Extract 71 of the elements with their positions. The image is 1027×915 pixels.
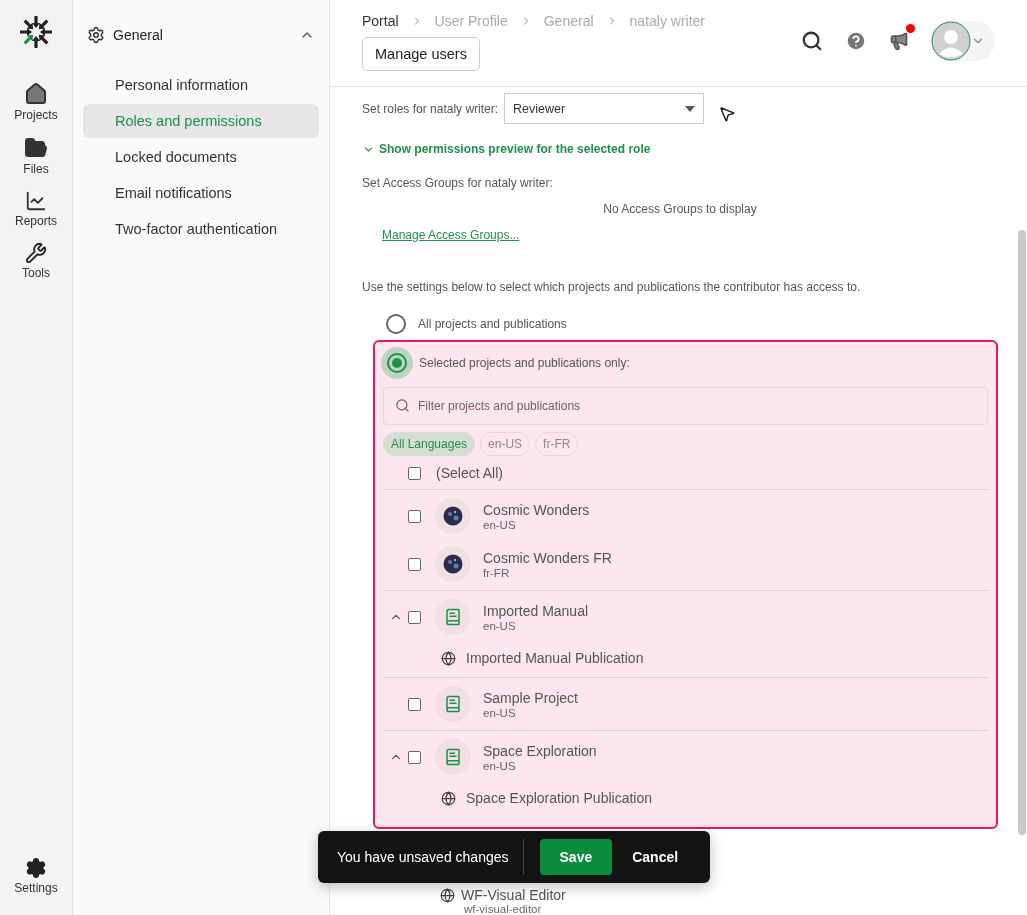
planet-icon: [443, 554, 463, 574]
permissions-toggle[interactable]: Show permissions preview for the selected role: [362, 142, 998, 156]
nav-item[interactable]: Personal information: [83, 68, 319, 102]
mouse-pointer-icon: [718, 105, 736, 123]
settings-icon: [87, 26, 105, 44]
checkbox[interactable]: [408, 750, 421, 764]
radio-label: All projects and publications: [418, 317, 567, 331]
project-language: en-US: [483, 706, 517, 719]
publication-name: Imported Manual Publication: [466, 650, 644, 666]
help-icon[interactable]: [845, 30, 867, 52]
save-button[interactable]: Save: [539, 839, 613, 875]
search-icon: [395, 398, 410, 413]
project-language: en-US: [483, 518, 517, 531]
chart-icon: [25, 190, 47, 212]
checkbox[interactable]: [408, 509, 421, 523]
project-name: Sample Project: [483, 689, 578, 706]
project-name: Cosmic Wonders: [483, 501, 590, 518]
role-label: Set roles for nataly writer:: [362, 101, 499, 116]
rail-label[interactable]: Reports: [15, 214, 57, 228]
megaphone-icon[interactable]: [889, 31, 909, 51]
select-all-label: (Select All): [436, 465, 503, 481]
checkbox[interactable]: [408, 697, 421, 711]
checkbox[interactable]: [408, 466, 421, 480]
empty-message: No Access Groups to display: [602, 202, 758, 216]
project-language: fr-FR: [483, 566, 511, 579]
checkbox[interactable]: [408, 610, 421, 624]
avatar: [931, 21, 971, 61]
project-name: Space Exploration: [483, 742, 597, 759]
rail-label[interactable]: Tools: [22, 266, 50, 280]
home-icon: [24, 82, 48, 106]
scope-description: Use the settings below to select which projects and publications the contributor has access to.: [362, 280, 862, 294]
user-menu[interactable]: [931, 21, 995, 61]
manage-access-groups-link[interactable]: Manage Access Groups...: [382, 228, 520, 242]
publication-name: WF-Visual Editor: [461, 887, 566, 903]
breadcrumb-item[interactable]: Portal: [362, 13, 399, 29]
section-title[interactable]: General: [113, 27, 291, 43]
scrollbar-thumb[interactable]: [1018, 230, 1026, 835]
logo-icon: [18, 14, 54, 50]
toast-message: You have unsaved changes: [337, 839, 524, 875]
rail-label[interactable]: Settings: [14, 881, 58, 895]
book-icon: [444, 608, 462, 626]
nav-item[interactable]: Two-factor authentication: [83, 212, 319, 246]
globe-icon: [441, 650, 456, 666]
nav-item[interactable]: Locked documents: [83, 140, 319, 174]
project-name: Cosmic Wonders FR: [483, 549, 612, 566]
publication-id: wf-visual-editor: [463, 903, 543, 915]
role-select[interactable]: Reviewer: [504, 93, 705, 124]
radio-label: Selected projects and publications only:: [419, 356, 630, 370]
wrench-icon: [25, 242, 47, 264]
publication-name: Space Exploration Publication: [466, 790, 652, 806]
caret-icon: [685, 105, 696, 112]
settings-icon: [25, 857, 47, 879]
filter-field[interactable]: Filter projects and publications: [383, 387, 988, 425]
folder-icon: [24, 136, 48, 160]
project-language: en-US: [483, 759, 517, 772]
nav-item[interactable]: Email notifications: [83, 176, 319, 210]
manage-users-button[interactable]: Manage users: [362, 37, 480, 71]
search-icon[interactable]: [801, 30, 823, 52]
rail-label[interactable]: Files: [23, 162, 49, 176]
globe-icon: [441, 790, 456, 806]
book-icon: [444, 695, 462, 713]
checkbox[interactable]: [408, 557, 421, 571]
project-language: en-US: [483, 619, 517, 632]
globe-icon: [440, 887, 455, 903]
access-groups-label: Set Access Groups for nataly writer:: [362, 176, 554, 190]
project-name: Imported Manual: [483, 602, 589, 619]
rail-label[interactable]: Projects: [14, 108, 58, 122]
cancel-button[interactable]: Cancel: [618, 839, 693, 875]
radio-button[interactable]: [386, 314, 406, 334]
book-icon: [444, 748, 462, 766]
planet-icon: [443, 506, 463, 526]
